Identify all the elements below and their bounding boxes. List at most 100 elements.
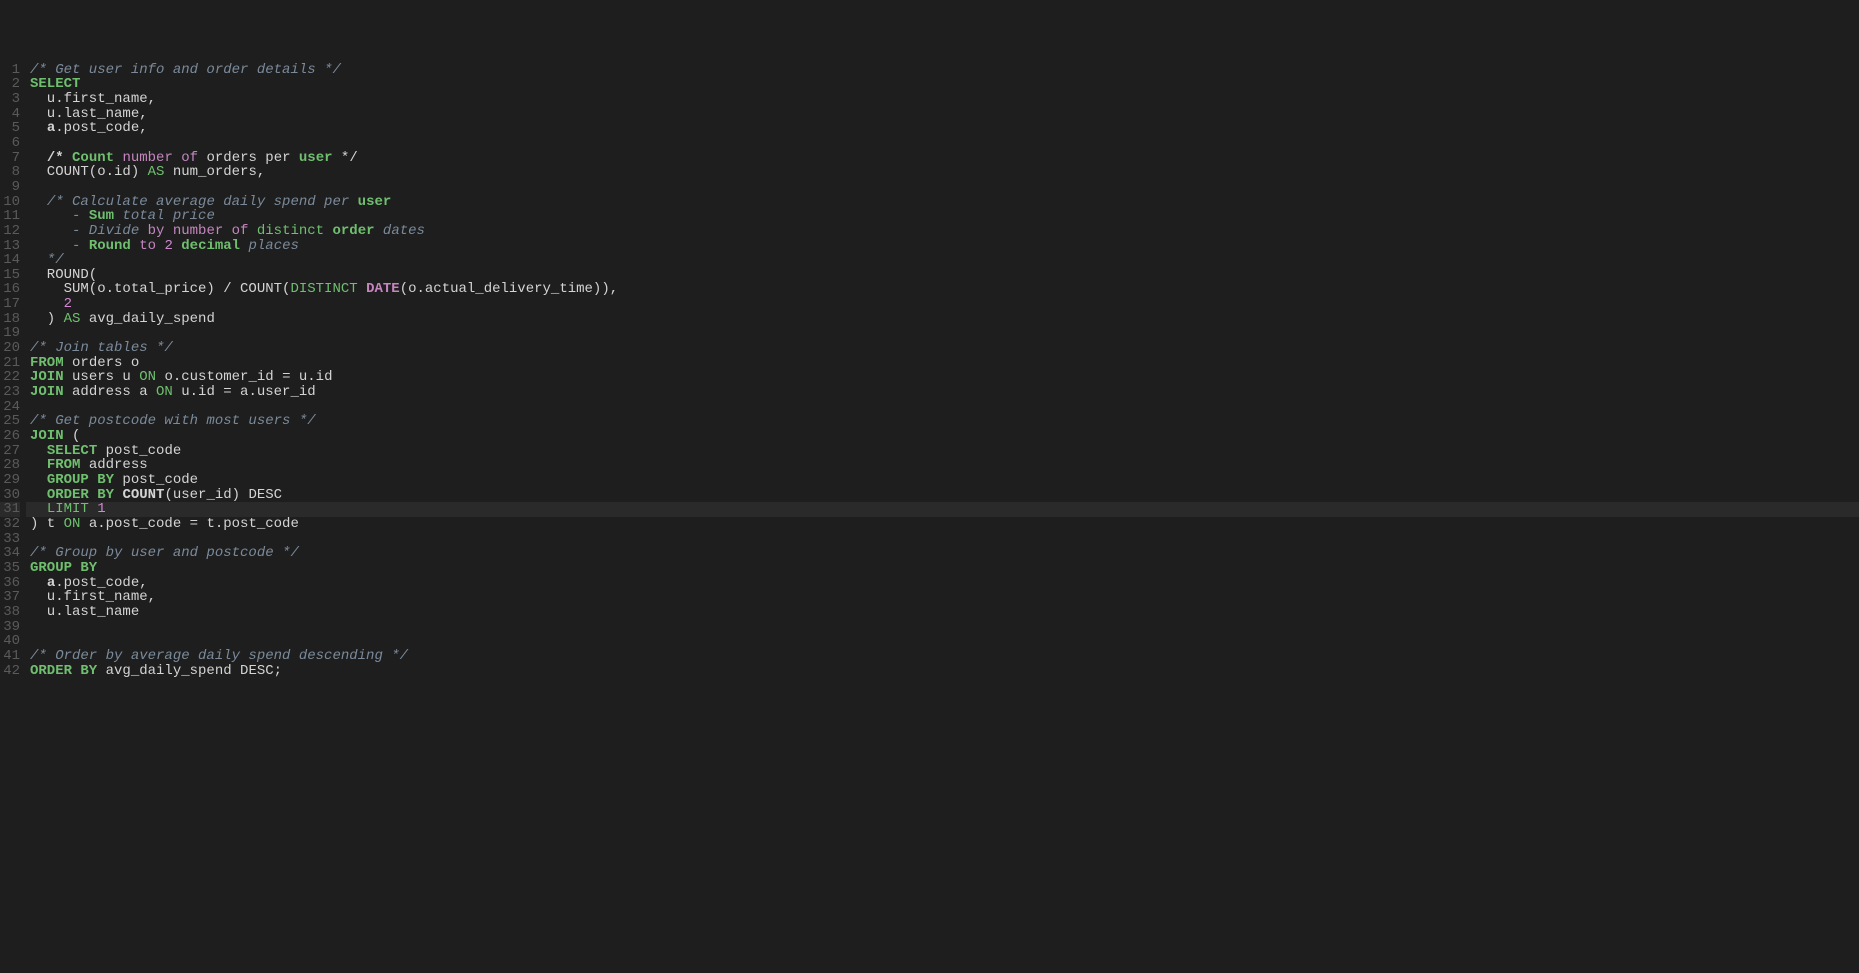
- code-token: post_code: [114, 472, 198, 488]
- code-line[interactable]: SELECT post_code: [26, 444, 1859, 459]
- code-token: avg_daily_spend: [80, 311, 214, 327]
- code-token: 2: [164, 238, 181, 254]
- code-token: address: [80, 457, 147, 473]
- code-line[interactable]: [26, 620, 1859, 635]
- line-number: 38: [0, 605, 20, 620]
- code-token: JOIN: [30, 428, 64, 444]
- line-number: 4: [0, 107, 20, 122]
- code-line[interactable]: u.last_name,: [26, 107, 1859, 122]
- code-line[interactable]: [26, 180, 1859, 195]
- line-number: 28: [0, 458, 20, 473]
- code-line[interactable]: ORDER BY avg_daily_spend DESC;: [26, 664, 1859, 679]
- line-number: 35: [0, 561, 20, 576]
- code-line[interactable]: SUM(o.total_price) / COUNT(DISTINCT DATE…: [26, 282, 1859, 297]
- line-number: 14: [0, 253, 20, 268]
- code-area[interactable]: /* Get user info and order details */SEL…: [26, 63, 1859, 679]
- code-token: */: [341, 150, 358, 166]
- code-line[interactable]: [26, 326, 1859, 341]
- code-token: orders per: [206, 150, 298, 166]
- code-line[interactable]: [26, 532, 1859, 547]
- code-line[interactable]: GROUP BY post_code: [26, 473, 1859, 488]
- code-line[interactable]: FROM orders o: [26, 356, 1859, 371]
- code-line[interactable]: /* Join tables */: [26, 341, 1859, 356]
- code-token: of: [232, 223, 257, 239]
- code-token: num_orders,: [173, 164, 265, 180]
- code-line[interactable]: SELECT: [26, 77, 1859, 92]
- line-number: 34: [0, 546, 20, 561]
- line-number: 26: [0, 429, 20, 444]
- code-line[interactable]: JOIN address a ON u.id = a.user_id: [26, 385, 1859, 400]
- code-token: user: [299, 150, 341, 166]
- code-token: [30, 457, 47, 473]
- code-line[interactable]: ORDER BY COUNT(user_id) DESC: [26, 488, 1859, 503]
- code-token: /*: [47, 150, 72, 166]
- code-token: a.post_code = t.post_code: [80, 516, 298, 532]
- code-token: AS: [148, 164, 173, 180]
- code-token: ROUND(: [30, 267, 97, 283]
- code-line[interactable]: a.post_code,: [26, 121, 1859, 136]
- line-number: 15: [0, 268, 20, 283]
- line-number: 39: [0, 620, 20, 635]
- code-line[interactable]: GROUP BY: [26, 561, 1859, 576]
- code-line[interactable]: - Divide by number of distinct order dat…: [26, 224, 1859, 239]
- line-number: 27: [0, 444, 20, 459]
- code-token: Count: [72, 150, 122, 166]
- line-number: 20: [0, 341, 20, 356]
- code-token: [30, 501, 47, 517]
- line-number: 5: [0, 121, 20, 136]
- code-line[interactable]: /* Count number of orders per user */: [26, 151, 1859, 166]
- code-line[interactable]: JOIN users u ON o.customer_id = u.id: [26, 370, 1859, 385]
- code-line[interactable]: COUNT(o.id) AS num_orders,: [26, 165, 1859, 180]
- code-line[interactable]: /* Calculate average daily spend per use…: [26, 195, 1859, 210]
- code-token: DISTINCT: [290, 281, 366, 297]
- code-line[interactable]: ) t ON a.post_code = t.post_code: [26, 517, 1859, 532]
- code-token: /* Get postcode with most users */: [30, 413, 316, 429]
- line-number: 33: [0, 532, 20, 547]
- code-token: u.last_name,: [30, 106, 148, 122]
- line-number: 13: [0, 239, 20, 254]
- line-number: 9: [0, 180, 20, 195]
- code-token: a: [47, 575, 55, 591]
- code-line[interactable]: u.first_name,: [26, 92, 1859, 107]
- code-line[interactable]: u.last_name: [26, 605, 1859, 620]
- code-token: decimal: [181, 238, 248, 254]
- line-number: 1: [0, 63, 20, 78]
- code-line[interactable]: /* Order by average daily spend descendi…: [26, 649, 1859, 664]
- line-number: 16: [0, 282, 20, 297]
- code-token: total price: [114, 208, 215, 224]
- code-line[interactable]: LIMIT 1: [26, 502, 1859, 517]
- code-token: ON: [156, 384, 173, 400]
- line-number: 42: [0, 664, 20, 679]
- line-number: 2: [0, 77, 20, 92]
- code-line[interactable]: - Round to 2 decimal places: [26, 239, 1859, 254]
- code-token: address a: [64, 384, 156, 400]
- code-line[interactable]: ) AS avg_daily_spend: [26, 312, 1859, 327]
- code-line[interactable]: JOIN (: [26, 429, 1859, 444]
- code-line[interactable]: /* Group by user and postcode */: [26, 546, 1859, 561]
- code-token: 1: [97, 501, 105, 517]
- code-line[interactable]: [26, 136, 1859, 151]
- code-line[interactable]: FROM address: [26, 458, 1859, 473]
- code-token: [30, 194, 47, 210]
- code-line[interactable]: ROUND(: [26, 268, 1859, 283]
- code-line[interactable]: - Sum total price: [26, 209, 1859, 224]
- line-number: 7: [0, 151, 20, 166]
- code-line[interactable]: /* Get postcode with most users */: [26, 414, 1859, 429]
- code-token: u.last_name: [30, 604, 139, 620]
- code-line[interactable]: /* Get user info and order details */: [26, 63, 1859, 78]
- code-token: places: [248, 238, 298, 254]
- code-line[interactable]: [26, 634, 1859, 649]
- line-number: 10: [0, 195, 20, 210]
- code-token: [30, 120, 47, 136]
- code-editor[interactable]: 1234567891011121314151617181920212223242…: [0, 59, 1859, 679]
- code-line[interactable]: u.first_name,: [26, 590, 1859, 605]
- code-token: avg_daily_spend DESC;: [97, 663, 282, 679]
- line-number: 41: [0, 649, 20, 664]
- code-line[interactable]: [26, 400, 1859, 415]
- code-token: ): [30, 311, 64, 327]
- code-line[interactable]: */: [26, 253, 1859, 268]
- line-number: 6: [0, 136, 20, 151]
- code-line[interactable]: 2: [26, 297, 1859, 312]
- code-line[interactable]: a.post_code,: [26, 576, 1859, 591]
- line-number: 40: [0, 634, 20, 649]
